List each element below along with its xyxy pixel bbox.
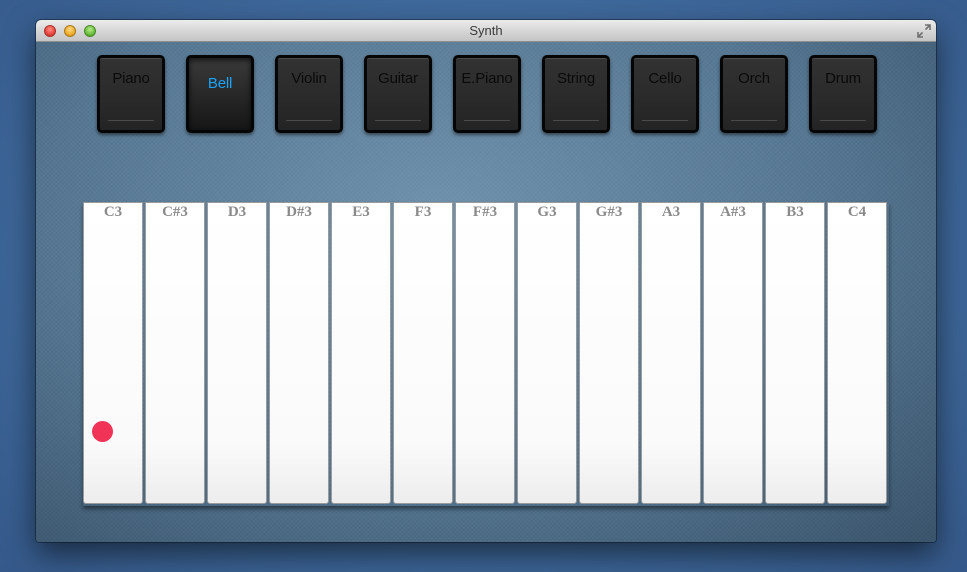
instrument-button-bell[interactable]: Bell — [186, 55, 254, 133]
instrument-button-violin[interactable]: Violin — [275, 55, 343, 133]
key-cs3[interactable]: C#3 — [145, 202, 205, 504]
synth-window: Synth Piano Bell Violin Guitar E.Piano S… — [36, 20, 936, 542]
instrument-button-guitar[interactable]: Guitar — [364, 55, 432, 133]
key-c3[interactable]: C3 — [83, 202, 143, 504]
key-d3[interactable]: D3 — [207, 202, 267, 504]
instrument-label: Guitar — [378, 70, 418, 87]
instrument-button-string[interactable]: String — [542, 55, 610, 133]
key-fs3[interactable]: F#3 — [455, 202, 515, 504]
instrument-label: Piano — [112, 70, 150, 87]
fullscreen-icon[interactable] — [917, 24, 931, 38]
key-label: A3 — [661, 204, 681, 220]
key-b3[interactable]: B3 — [765, 202, 825, 504]
key-g3[interactable]: G3 — [517, 202, 577, 504]
instrument-label: E.Piano — [461, 70, 513, 87]
key-label: C4 — [847, 204, 867, 220]
key-label: F#3 — [472, 204, 498, 220]
button-divider — [464, 120, 510, 121]
button-divider — [108, 120, 154, 121]
instrument-button-epiano[interactable]: E.Piano — [453, 55, 521, 133]
key-f3[interactable]: F3 — [393, 202, 453, 504]
key-label: G3 — [537, 204, 557, 220]
key-as3[interactable]: A#3 — [703, 202, 763, 504]
key-a3[interactable]: A3 — [641, 202, 701, 504]
instrument-label: Bell — [207, 75, 233, 92]
key-gs3[interactable]: G#3 — [579, 202, 639, 504]
instrument-button-piano[interactable]: Piano — [97, 55, 165, 133]
button-divider — [286, 120, 332, 121]
key-label: F3 — [414, 204, 432, 220]
key-c4[interactable]: C4 — [827, 202, 887, 504]
button-divider — [553, 120, 599, 121]
key-label: C#3 — [162, 204, 188, 220]
instrument-button-orch[interactable]: Orch — [720, 55, 788, 133]
key-ds3[interactable]: D#3 — [269, 202, 329, 504]
instrument-label: String — [557, 70, 595, 87]
instrument-label: Cello — [648, 70, 682, 87]
button-divider — [375, 120, 421, 121]
key-label: D#3 — [286, 204, 312, 220]
touch-indicator — [92, 421, 113, 442]
key-label: E3 — [352, 204, 370, 220]
keyboard: C3 C#3 D3 D#3 E3 F3 F#3 G3 G#3 A3 A#3 B3… — [83, 202, 889, 506]
key-label: B3 — [786, 204, 804, 220]
title-bar[interactable]: Synth — [36, 20, 936, 42]
instrument-label: Violin — [291, 70, 327, 87]
key-label: G#3 — [595, 204, 623, 220]
synth-panel: Piano Bell Violin Guitar E.Piano String … — [36, 42, 936, 542]
key-label: C3 — [103, 204, 123, 220]
instrument-label: Drum — [825, 70, 861, 87]
key-label: D3 — [227, 204, 247, 220]
button-divider — [642, 120, 688, 121]
key-label: A#3 — [720, 204, 746, 220]
instrument-label: Orch — [738, 70, 770, 87]
window-title: Synth — [469, 23, 503, 38]
key-e3[interactable]: E3 — [331, 202, 391, 504]
button-divider — [820, 120, 866, 121]
instrument-button-cello[interactable]: Cello — [631, 55, 699, 133]
instrument-button-drum[interactable]: Drum — [809, 55, 877, 133]
button-divider — [731, 120, 777, 121]
